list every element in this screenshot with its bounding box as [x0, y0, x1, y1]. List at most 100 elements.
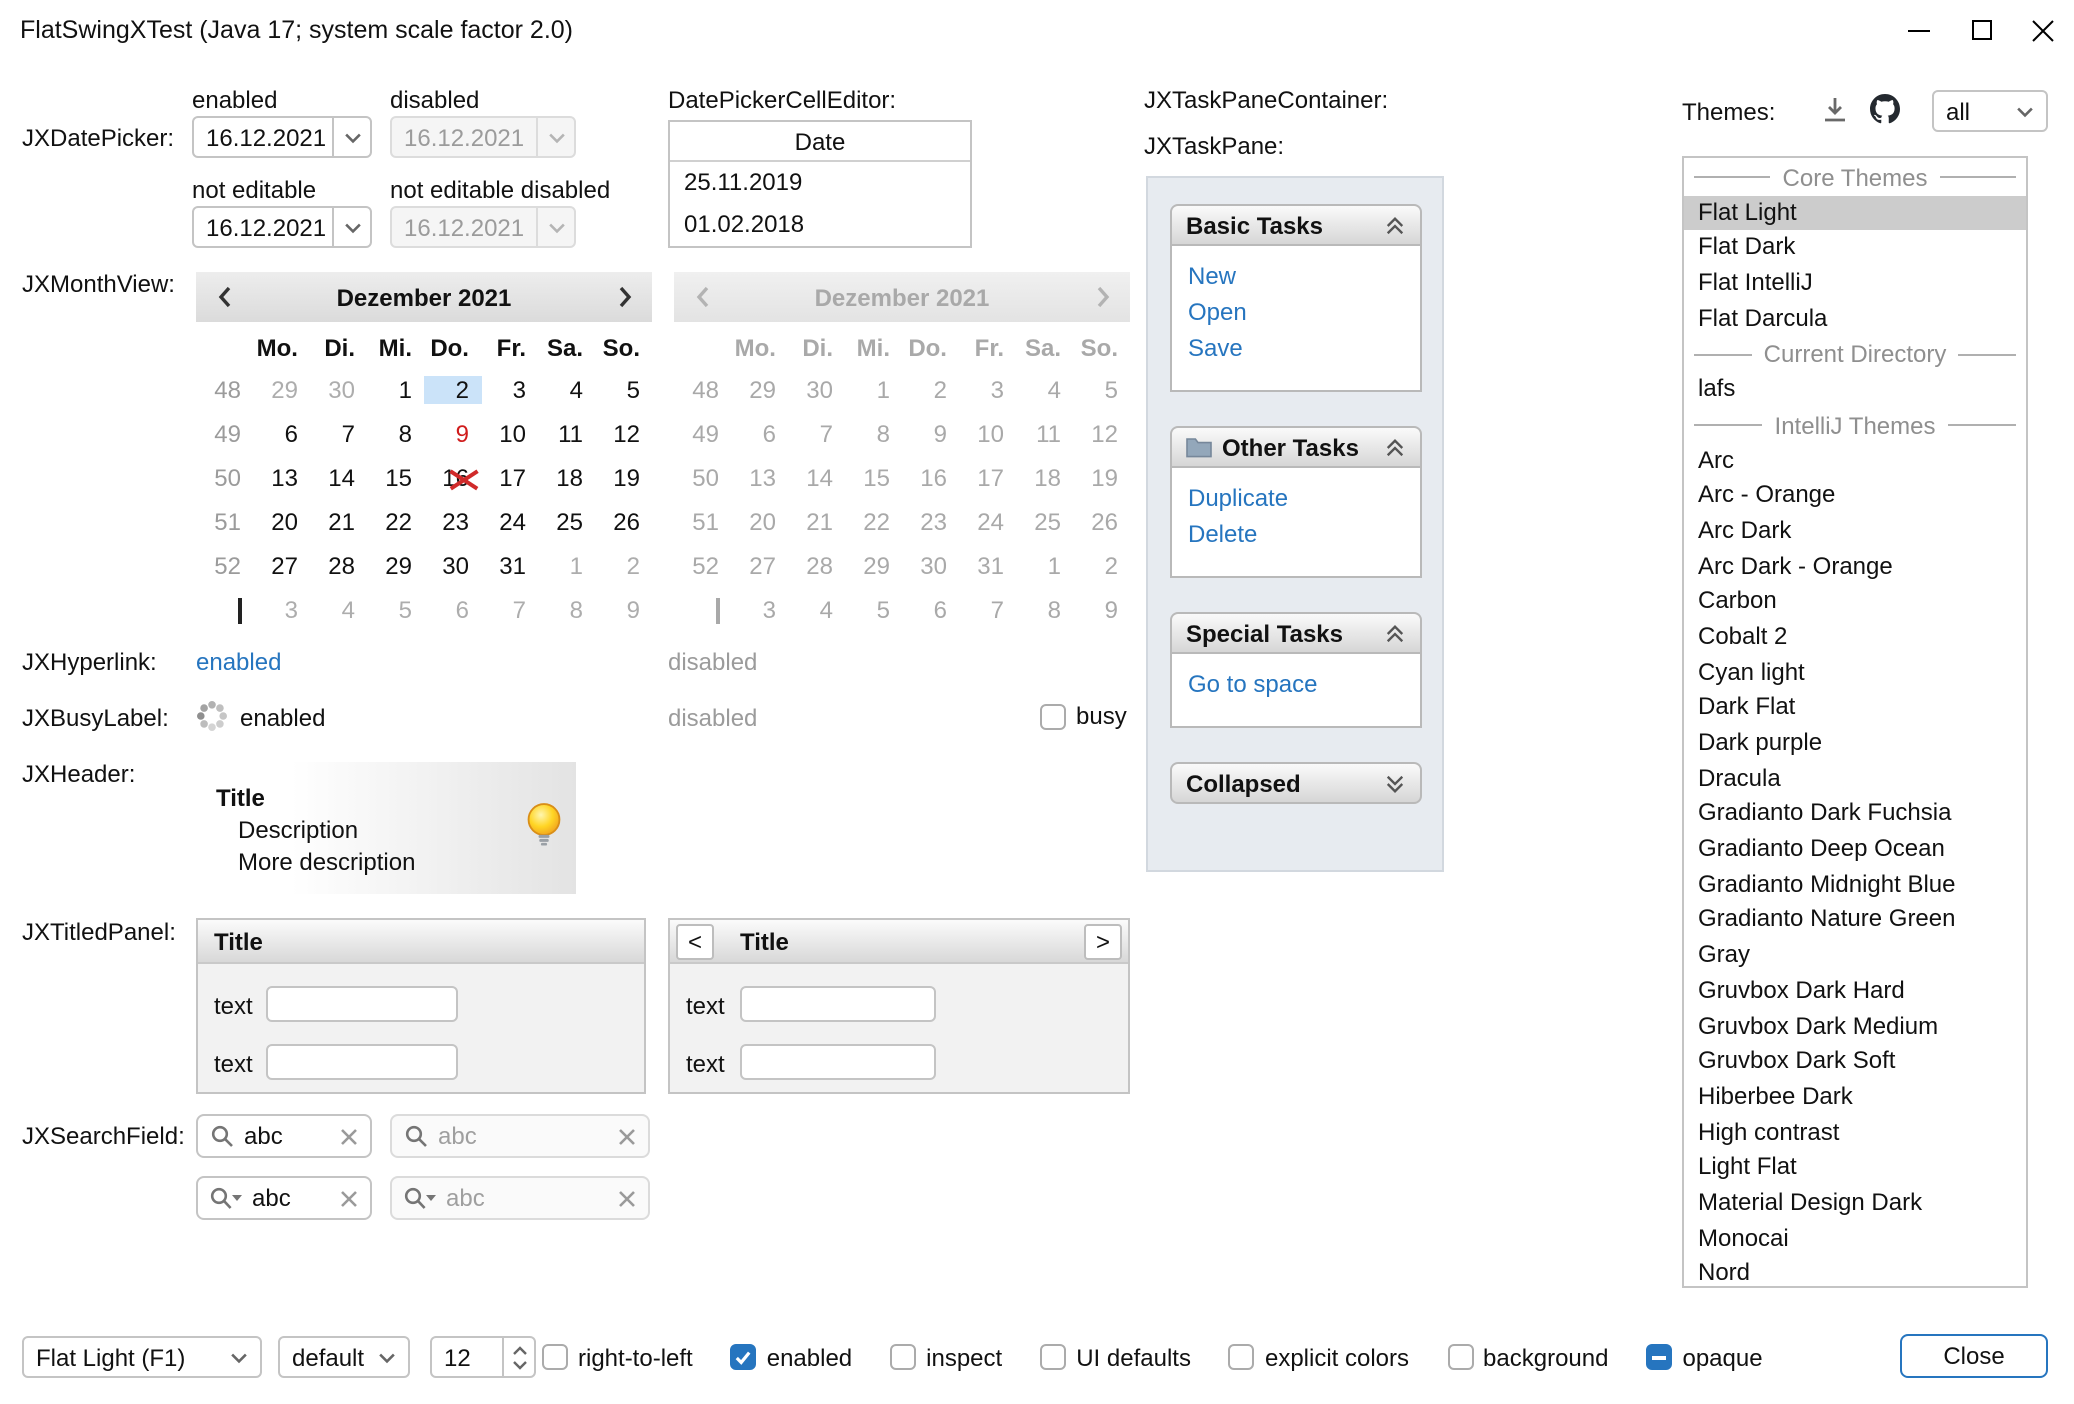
day-cell[interactable]: 22 [367, 508, 424, 536]
theme-item[interactable]: Gray [1684, 938, 2026, 973]
day-cell[interactable]: 2 [595, 552, 652, 580]
day-cell[interactable]: 8 [367, 420, 424, 448]
day-cell[interactable]: 7 [481, 596, 538, 624]
checkbox-box[interactable] [542, 1344, 568, 1370]
day-cell[interactable]: 30 [310, 376, 367, 404]
text-input[interactable] [740, 986, 936, 1022]
next-month-button[interactable] [610, 286, 638, 308]
window-close-button[interactable] [2012, 0, 2074, 60]
theme-item[interactable]: Arc Dark - Orange [1684, 549, 2026, 584]
theme-item[interactable]: Carbon [1684, 585, 2026, 620]
hyperlink-enabled[interactable]: enabled [196, 648, 281, 676]
theme-item[interactable]: Flat Darcula [1684, 302, 2026, 337]
checkbox-background[interactable]: background [1447, 1343, 1608, 1371]
day-cell[interactable]: 10 [481, 420, 538, 448]
checkbox-opaque[interactable]: opaque [1646, 1343, 1762, 1371]
day-cell[interactable]: 23 [424, 508, 481, 536]
checkbox-box[interactable] [1040, 1344, 1066, 1370]
checkbox-box[interactable] [731, 1344, 757, 1370]
maximize-button[interactable] [1950, 0, 2012, 60]
theme-item[interactable]: Hiberbee Dark [1684, 1080, 2026, 1115]
theme-item[interactable]: Gradianto Nature Green [1684, 903, 2026, 938]
day-cell[interactable]: 12 [595, 420, 652, 448]
day-cell[interactable]: 7 [310, 420, 367, 448]
day-cell[interactable]: 4 [310, 596, 367, 624]
theme-item[interactable]: High contrast [1684, 1115, 2026, 1150]
panel-left-button[interactable]: < [676, 924, 714, 960]
day-cell[interactable]: 13 [253, 464, 310, 492]
theme-item[interactable]: Dark Flat [1684, 691, 2026, 726]
checkbox-right-to-left[interactable]: right-to-left [542, 1343, 693, 1371]
clear-icon[interactable] [340, 1189, 358, 1207]
datepicker-enabled[interactable]: 16.12.2021 [192, 116, 372, 158]
theme-item[interactable]: Gradianto Deep Ocean [1684, 832, 2026, 867]
theme-item[interactable]: Dark purple [1684, 726, 2026, 761]
busy-checkbox[interactable]: busy [1040, 702, 1127, 730]
day-cell[interactable]: 4 [538, 376, 595, 404]
day-cell[interactable]: 21 [310, 508, 367, 536]
checkbox-box[interactable] [1447, 1344, 1473, 1370]
theme-item[interactable]: Gruvbox Dark Soft [1684, 1044, 2026, 1079]
theme-item[interactable]: Light Flat [1684, 1151, 2026, 1186]
day-cell[interactable]: 17 [481, 464, 538, 492]
day-cell[interactable]: 15 [367, 464, 424, 492]
theme-item[interactable]: Flat IntelliJ [1684, 266, 2026, 301]
taskpane-header[interactable]: Collapsed [1170, 762, 1422, 804]
taskpane-header[interactable]: Special Tasks [1170, 612, 1422, 654]
day-cell[interactable]: 1 [367, 376, 424, 404]
day-cell[interactable]: 1 [538, 552, 595, 580]
text-input[interactable] [740, 1044, 936, 1080]
day-cell[interactable]: 25 [538, 508, 595, 536]
checkbox-inspect[interactable]: inspect [890, 1343, 1002, 1371]
day-cell[interactable]: 11 [538, 420, 595, 448]
day-cell[interactable]: 6 [424, 596, 481, 624]
taskpane-link[interactable]: New [1188, 258, 1404, 294]
theme-item[interactable]: Flat Dark [1684, 231, 2026, 266]
day-cell[interactable]: 3 [481, 376, 538, 404]
theme-item[interactable]: Arc - Orange [1684, 478, 2026, 513]
day-cell[interactable]: 27 [253, 552, 310, 580]
day-cell[interactable]: 5 [367, 596, 424, 624]
taskpane-link[interactable]: Open [1188, 294, 1404, 330]
theme-item[interactable]: Cobalt 2 [1684, 620, 2026, 655]
day-cell[interactable]: 29 [367, 552, 424, 580]
theme-item[interactable]: Gradianto Midnight Blue [1684, 868, 2026, 903]
theme-combobox[interactable]: Flat Light (F1) [22, 1336, 262, 1378]
search-field[interactable]: abc [196, 1114, 372, 1158]
day-cell[interactable]: 6 [253, 420, 310, 448]
day-cell[interactable]: 20 [253, 508, 310, 536]
text-input[interactable] [266, 1044, 458, 1080]
themes-filter-combobox[interactable]: all [1932, 90, 2048, 132]
theme-item[interactable]: Material Design Dark [1684, 1186, 2026, 1221]
day-cell[interactable]: 9 [595, 596, 652, 624]
taskpane-link[interactable]: Go to space [1188, 666, 1404, 702]
download-icon[interactable] [1822, 96, 1848, 122]
spinner-down-icon[interactable] [511, 1359, 527, 1369]
day-cell[interactable]: 14 [310, 464, 367, 492]
search-field[interactable]: abc [196, 1176, 372, 1220]
theme-item[interactable]: Arc [1684, 443, 2026, 478]
day-cell[interactable]: 19 [595, 464, 652, 492]
day-cell[interactable]: 9 [424, 420, 481, 448]
checkbox-explicit-colors[interactable]: explicit colors [1229, 1343, 1409, 1371]
day-cell[interactable]: 24 [481, 508, 538, 536]
github-icon[interactable] [1870, 94, 1900, 124]
checkbox-box[interactable] [1646, 1344, 1672, 1370]
checkbox-box[interactable] [1229, 1344, 1255, 1370]
datepicker-dropdown-button[interactable] [332, 118, 370, 156]
day-cell[interactable]: 29 [253, 376, 310, 404]
day-cell[interactable]: 26 [595, 508, 652, 536]
day-cell[interactable]: 18 [538, 464, 595, 492]
taskpane-link[interactable]: Save [1188, 330, 1404, 366]
theme-item[interactable]: Dracula [1684, 761, 2026, 796]
day-cell[interactable]: 2 [424, 376, 481, 404]
prev-month-button[interactable] [210, 286, 238, 308]
day-cell[interactable]: 5 [595, 376, 652, 404]
taskpane-link[interactable]: Duplicate [1188, 480, 1404, 516]
checkbox-ui-defaults[interactable]: UI defaults [1040, 1343, 1191, 1371]
theme-item[interactable]: Gruvbox Dark Hard [1684, 974, 2026, 1009]
checkbox-box[interactable] [890, 1344, 916, 1370]
theme-item[interactable]: Gruvbox Dark Medium [1684, 1009, 2026, 1044]
theme-item[interactable]: Gradianto Dark Fuchsia [1684, 797, 2026, 832]
day-cell[interactable]: 31 [481, 552, 538, 580]
